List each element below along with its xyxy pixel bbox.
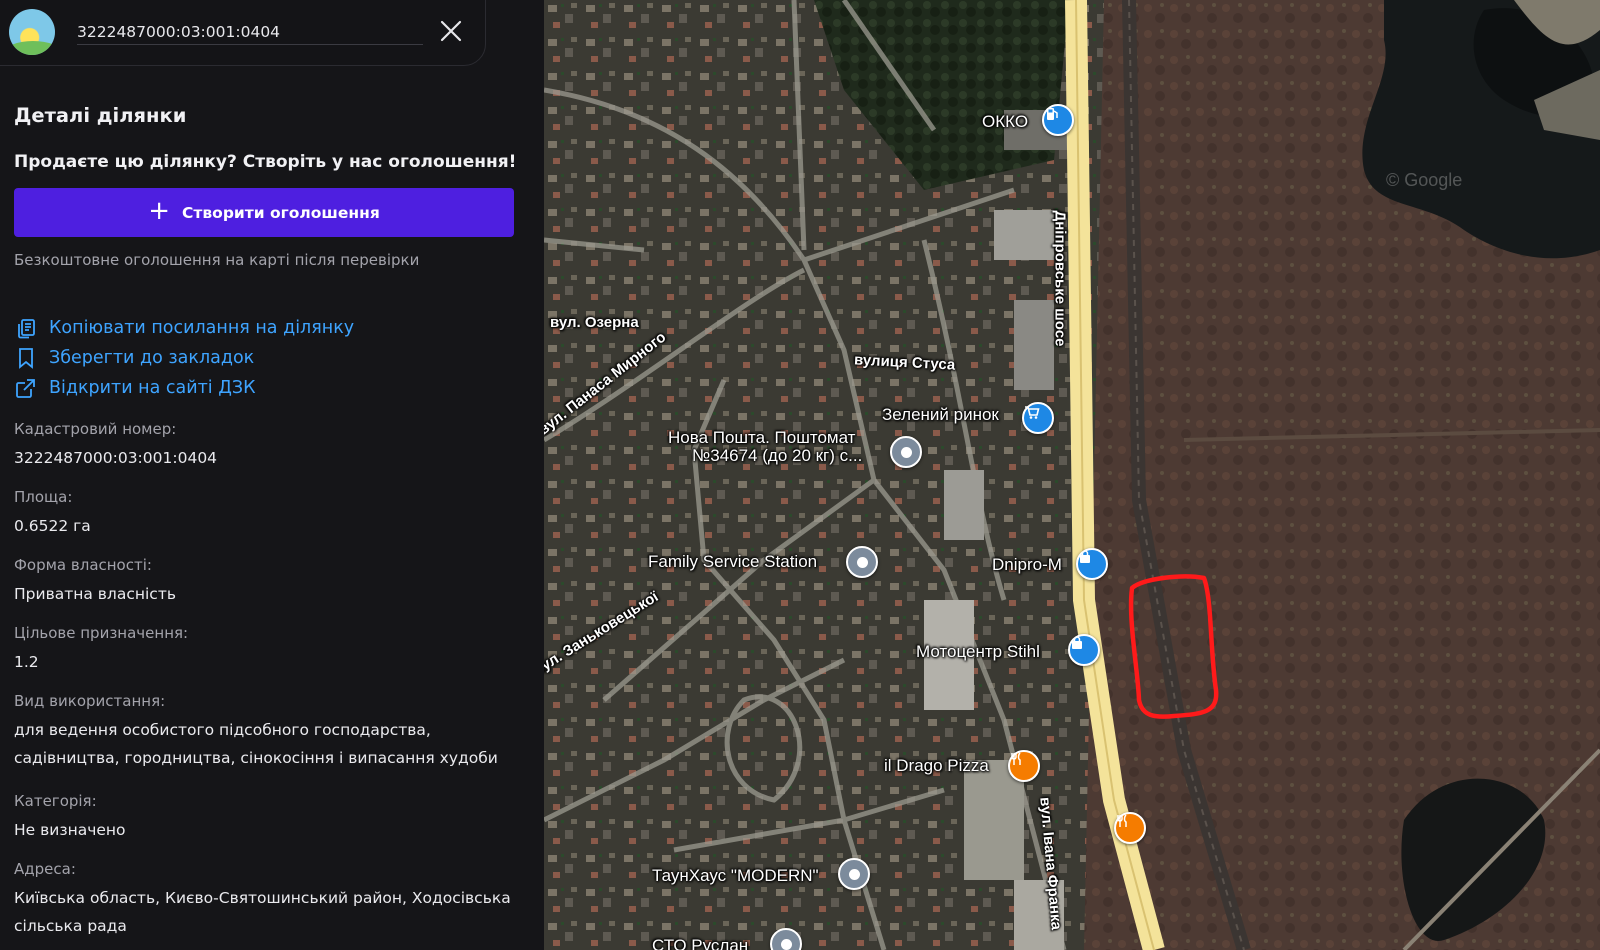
purpose-value: 1.2 (14, 653, 39, 671)
usage-value-line2: садівництва, городництва, сінокосіння і … (14, 749, 498, 767)
bookmark-button[interactable]: Зберегти до закладок (14, 346, 254, 370)
cadastral-label: Кадастровий номер: (14, 420, 177, 438)
address-value-line1: Київська область, Києво-Святошинський ра… (14, 889, 511, 907)
open-dzk-button[interactable]: Відкрити на сайті ДЗК (14, 376, 256, 400)
create-listing-button[interactable]: + Створити оголошення (14, 188, 514, 237)
category-label: Категорія: (14, 792, 97, 810)
copy-icon (18, 319, 35, 339)
external-link-icon (16, 379, 35, 398)
restaurant-pin-2[interactable] (1114, 812, 1146, 844)
family-service-pin[interactable] (846, 546, 878, 578)
shopping-cart-icon (1025, 406, 1040, 419)
poi-label-zeleny-rynok: Зелений ринок (882, 405, 999, 424)
fork-knife-icon (1011, 752, 1021, 765)
street-label-ozerna: вул. Озерна (550, 314, 639, 331)
poi-label-okko: ОККО (982, 112, 1029, 131)
poi-label-townhouse: ТаунХаус "MODERN" (652, 866, 819, 885)
open-dzk-label: Відкрити на сайті ДЗК (49, 378, 256, 398)
usage-value-line1: для ведення особистого підсобного господ… (14, 721, 431, 739)
search-bar (0, 0, 486, 66)
dnipro-m-pin[interactable] (1076, 548, 1108, 580)
search-input[interactable] (77, 17, 423, 45)
purpose-label: Цільове призначення: (14, 624, 189, 642)
section-title: Деталі ділянки (14, 104, 187, 127)
plus-icon: + (148, 196, 171, 226)
fuel-station-pin[interactable] (1042, 104, 1074, 136)
google-watermark: © Google (1386, 170, 1463, 190)
restaurant-pin[interactable] (1008, 750, 1040, 782)
area-value: 0.6522 га (14, 517, 91, 535)
fork-knife-icon (1117, 814, 1127, 827)
close-icon[interactable] (439, 19, 463, 43)
satellite-map[interactable]: Дніпровське шосе вул. Озерна вулиця Стус… (544, 0, 1600, 950)
address-label: Адреса: (14, 860, 76, 878)
market-pin[interactable] (1022, 402, 1054, 434)
copy-link-label: Копіювати посилання на ділянку (49, 318, 355, 338)
bookmark-icon (19, 348, 33, 369)
free-listing-note: Безкоштовне оголошення на карті після пе… (14, 251, 420, 269)
category-value: Не визначено (14, 821, 126, 839)
poi-label-drago-pizza: il Drago Pizza (884, 756, 989, 775)
poi-label-family-service: Family Service Station (648, 552, 818, 571)
ownership-label: Форма власності: (14, 556, 152, 574)
create-listing-label: Створити оголошення (182, 203, 380, 222)
map-imagery (544, 0, 1600, 950)
shopping-bag-icon (1072, 636, 1082, 649)
poi-label-sto-ruslan: СТО Руслан (652, 936, 749, 950)
ownership-value: Приватна власність (14, 585, 176, 603)
bookmark-label: Зберегти до закладок (49, 348, 255, 368)
fuel-icon (1047, 108, 1058, 120)
highway-label: Дніпровське шосе (1051, 210, 1069, 347)
shopping-bag-icon (1080, 550, 1090, 563)
cadastral-value: 3222487000:03:001:0404 (14, 449, 218, 467)
nova-poshta-pin[interactable] (890, 436, 922, 468)
poi-label-stihl: Мотоцентр Stihl (916, 642, 1040, 661)
poi-label-nova-poshta-2: №34674 (до 20 кг) с... (692, 446, 863, 465)
poi-label-dnipro-m: Dnipro-M (992, 555, 1062, 574)
stihl-pin[interactable] (1068, 634, 1100, 666)
area-label: Площа: (14, 488, 73, 506)
parcel-details-panel: Деталі ділянки Продаєте цю ділянку? Ство… (0, 0, 544, 950)
usage-label: Вид використання: (14, 692, 166, 710)
townhouse-pin[interactable] (838, 858, 870, 890)
poi-label-nova-poshta-1: Нова Пошта. Поштомат (668, 428, 856, 447)
address-value-line2: сільська рада (14, 917, 127, 935)
promo-text: Продаєте цю ділянку? Створіть у нас огол… (14, 152, 517, 172)
copy-link-button[interactable]: Копіювати посилання на ділянку (14, 316, 354, 340)
app-logo[interactable] (9, 9, 55, 55)
